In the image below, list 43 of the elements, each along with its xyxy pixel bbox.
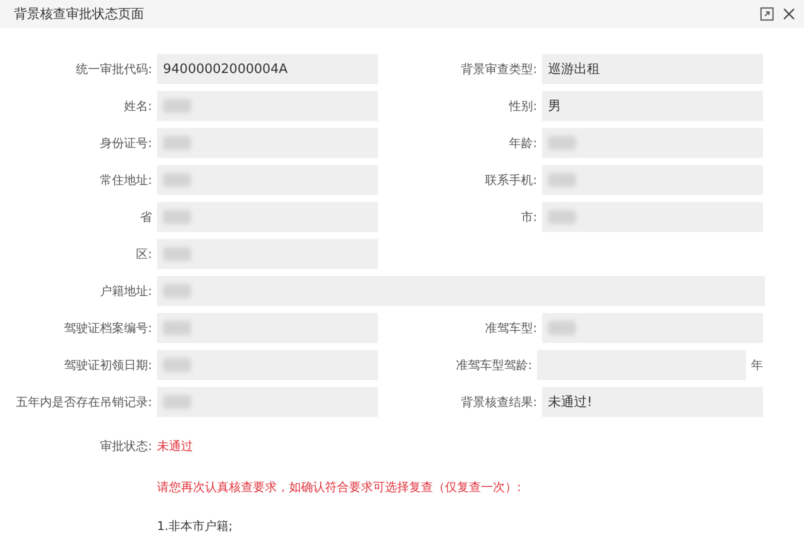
field-label: 身份证号: <box>98 134 152 152</box>
input-field[interactable] <box>542 128 763 158</box>
status-value: 未通过 <box>157 438 193 455</box>
field-label: 驾驶证初领日期: <box>62 356 152 374</box>
input-field[interactable] <box>542 313 763 343</box>
maximize-icon[interactable] <box>760 7 774 21</box>
field-label: 姓名: <box>122 98 152 114</box>
input-field[interactable]: 巡游出租 <box>542 54 763 84</box>
field-label: 背景核查结果: <box>460 394 537 410</box>
field-label: 常住地址: <box>98 172 152 188</box>
input-field[interactable] <box>157 276 765 306</box>
requirement-item: 1.非本市户籍; <box>157 518 234 535</box>
window-title: 背景核查审批状态页面 <box>14 6 145 23</box>
warning-message: 请您再次认真核查要求，如确认符合要求可选择复查（仅复查一次）: <box>157 479 522 496</box>
input-field[interactable]: 未通过! <box>542 387 763 417</box>
field-label: 性别: <box>508 98 537 114</box>
close-icon[interactable] <box>782 7 796 21</box>
field-label: 统一审批代码: <box>74 60 152 78</box>
field-label: 市: <box>520 208 537 226</box>
input-field[interactable] <box>157 202 378 232</box>
unit-label: 年 <box>751 356 763 374</box>
input-field[interactable] <box>157 313 378 343</box>
status-label: 审批状态: <box>98 438 152 455</box>
field-label: 驾驶证档案编号: <box>62 320 152 336</box>
input-field[interactable]: 男 <box>542 91 763 121</box>
field-label: 年龄: <box>508 134 537 152</box>
input-field[interactable] <box>542 165 763 195</box>
field-label: 背景审查类型: <box>460 60 537 78</box>
input-field[interactable] <box>157 165 378 195</box>
input-field[interactable] <box>157 387 378 417</box>
input-field[interactable] <box>157 128 378 158</box>
field-label: 省 <box>139 208 152 226</box>
field-label: 五年内是否存在吊销记录: <box>14 394 152 410</box>
field-label: 准驾车型驾龄: <box>454 356 532 374</box>
input-field[interactable] <box>157 239 378 269</box>
field-label: 联系手机: <box>484 172 537 188</box>
input-field[interactable] <box>157 91 378 121</box>
input-field[interactable]: 94000002000004A <box>157 54 378 84</box>
input-field[interactable] <box>157 350 378 380</box>
field-label: 准驾车型: <box>484 320 537 336</box>
input-field[interactable] <box>542 202 763 232</box>
field-label: 区: <box>134 246 152 262</box>
field-label: 户籍地址: <box>98 282 152 300</box>
